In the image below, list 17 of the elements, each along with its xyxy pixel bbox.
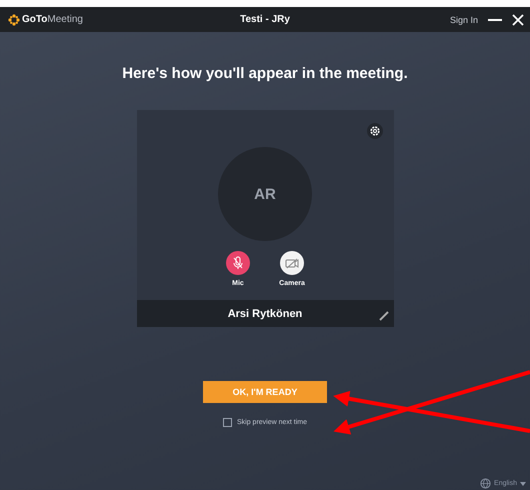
close-icon[interactable] — [512, 14, 524, 26]
logo-icon — [8, 14, 20, 26]
participant-name: Arsi Rytkönen — [228, 308, 302, 320]
checkbox[interactable] — [222, 418, 232, 427]
window-title: Testi - JRy — [240, 14, 290, 25]
pencil-icon[interactable] — [378, 311, 388, 321]
camera-off-button[interactable] — [280, 251, 304, 275]
caret-icon — [520, 482, 526, 486]
minimize-icon[interactable] — [488, 18, 502, 22]
globe-icon — [480, 478, 492, 489]
avatar: AR — [218, 147, 312, 241]
sign-in-link[interactable]: Sign In — [450, 14, 478, 24]
mic-muted-button[interactable] — [226, 251, 250, 275]
settings-icon[interactable] — [366, 123, 382, 139]
app-name: GoToMeeting — [22, 14, 83, 25]
ready-button[interactable]: OK, I'M READY — [203, 381, 327, 403]
heading: Here's how you'll appear in the meeting. — [122, 65, 408, 82]
